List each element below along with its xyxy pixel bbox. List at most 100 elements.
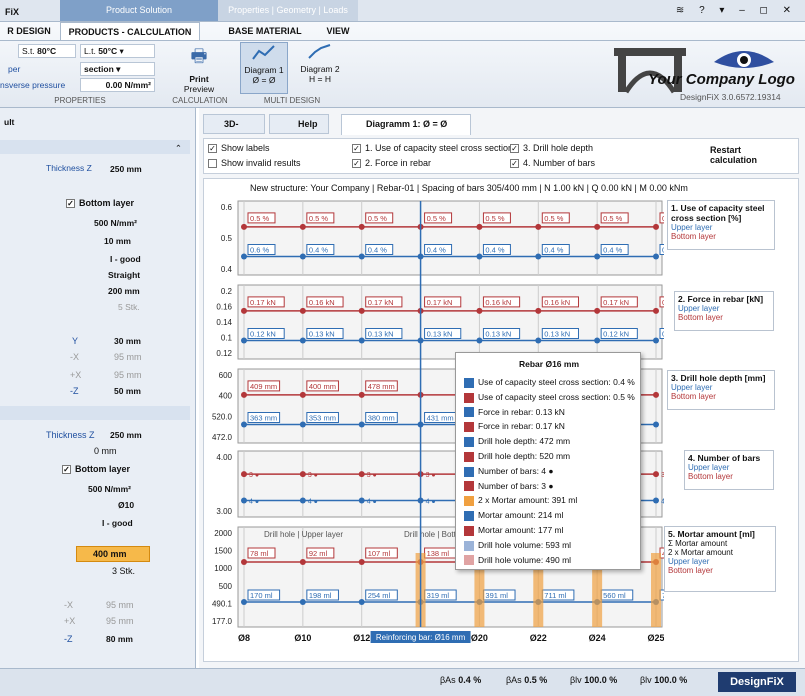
chk-capacity[interactable]: ✓ 1. Use of capacity steel cross section [352,143,513,154]
y-tick-label: 4.00 [216,453,232,462]
legend-2x-mortar[interactable]: 2 x Mortar amount [668,548,772,557]
y-value[interactable]: 30 mm [114,336,141,346]
data-label: 0.4 % [427,246,447,255]
l2-nx-value[interactable]: 95 mm [106,600,134,610]
l2-diameter[interactable]: Ø10 [118,500,134,510]
print-preview-button[interactable]: 🖶 Print Preview [172,44,226,94]
tab-diagram[interactable]: Diagramm 1: Ø = Ø [341,114,471,135]
legend-mortar-title: 5. Mortar amount [ml] [668,529,755,539]
thickness2-value[interactable]: 250 mm [110,430,142,440]
legend-force-upper[interactable]: Upper layer [678,304,770,313]
legend-capacity-bottom[interactable]: Bottom layer [671,232,771,241]
upper-point [358,599,365,605]
left-panel: ult ⌃ Thickness Z 250 mm ✓ Bottom layer 5… [0,108,196,668]
diagram1-button[interactable]: Diagram 1 Ø = Ø [240,42,288,94]
data-label: 0.12 kN [250,330,276,339]
upper-point [653,421,659,428]
l1-strength[interactable]: 500 N/mm² [94,218,137,228]
legend-depth-upper[interactable]: Upper layer [671,383,771,392]
chk-drill[interactable]: ✓ 3. Drill hole depth [510,143,593,154]
upper-point [476,253,483,260]
tab-base-material[interactable]: BASE MATERIAL [220,22,310,40]
data-label: 92 ml [309,549,328,558]
start-temp-field[interactable]: S.t. 80°C [18,44,76,58]
long-temp-field[interactable]: L.t. 50°C ▾ [80,44,155,58]
restart-button[interactable]: Restart calculation [690,145,762,165]
bottom-point [299,471,306,478]
data-label: 0.17 kN [250,298,276,307]
l2-px-value[interactable]: 95 mm [106,616,134,626]
layer2-row[interactable]: ✓ Bottom layer [62,464,130,475]
data-label: 0.17 kN [603,298,629,307]
legend-bars-upper[interactable]: Upper layer [688,463,770,472]
section-header-2[interactable] [0,406,190,420]
legend-mortar-bottom[interactable]: Bottom layer [668,566,772,575]
layer1-row[interactable]: ✓ Bottom layer [66,198,134,209]
y-tick-label: 490.1 [212,599,233,608]
l2-nz-value[interactable]: 80 mm [106,634,133,644]
px-value[interactable]: 95 mm [114,370,142,380]
tab-properties[interactable]: Properties | Geometry | Loads [218,0,358,21]
upper-point [594,337,601,344]
tab-products-calc[interactable]: PRODUCTS - CALCULATION [60,22,200,40]
section-header-1[interactable]: ⌃ [0,140,190,154]
tab-view[interactable]: VIEW [318,22,358,40]
y-tick-label: 0.14 [216,318,232,327]
tooltip-row-text: Drill hole depth: 520 mm [478,451,571,461]
legend-sum-mortar[interactable]: Σ Mortar amount [668,539,772,548]
l2-nx-label: -X [64,600,73,610]
upper-point [476,337,483,344]
l1-spacing[interactable]: 200 mm [108,286,140,296]
ribbon-divider [0,40,805,41]
tab-product-solution[interactable]: Product Solution [60,0,218,21]
bar-count-label: 4 ● [308,499,318,506]
legend-bars-bottom[interactable]: Bottom layer [688,472,770,481]
upper-point [241,599,247,605]
tab-rebar-design[interactable]: R DESIGN [0,22,58,40]
l2-count[interactable]: 3 Stk. [112,566,135,576]
l1-diameter[interactable]: 10 mm [104,236,131,246]
transverse-pressure-field[interactable]: 0.00 N/mm² [80,78,155,92]
tooltip-swatch [464,496,474,507]
chk-force[interactable]: ✓ 2. Force in rebar [352,158,431,169]
layer1-checkbox[interactable]: ✓ [66,199,75,209]
show-labels-checkbox[interactable]: ✓ Show labels [208,143,270,154]
group-calculation-label: CALCULATION [172,96,228,105]
legend-force-bottom[interactable]: Bottom layer [678,313,770,322]
section-select[interactable]: section ▾ [80,62,155,76]
tab-help[interactable]: Help [269,114,329,134]
window-controls[interactable]: ≋ ? ▾ – ◻ ✕ [676,5,797,16]
data-label: 0.5 % [544,214,564,223]
l2-quality[interactable]: I - good [102,518,133,528]
l1-quality[interactable]: I - good [110,254,141,264]
tooltip-row-text: 2 x Mortar amount: 391 ml [478,495,578,506]
nx-value[interactable]: 95 mm [114,352,142,362]
l1-shape[interactable]: Straight [108,270,140,280]
y-tick-label: 472.0 [212,433,233,442]
upper-point [299,253,306,260]
data-label: 0.16 kN [485,298,511,307]
l2-strength[interactable]: 500 N/mm² [88,484,131,494]
chevron-up-icon[interactable]: ⌃ [175,140,182,156]
data-label: 0.16 kN [662,298,664,307]
l2-spacing[interactable]: 400 mm [76,546,150,562]
tab-3d-model[interactable]: 3D-Model [203,114,265,147]
chk-bars[interactable]: ✓ 4. Number of bars [510,158,595,169]
thickness1-value[interactable]: 250 mm [110,164,142,174]
layer2-checkbox[interactable]: ✓ [62,465,71,475]
y-tick-label: 0.12 [216,349,232,358]
legend-depth-bottom[interactable]: Bottom layer [671,392,771,401]
drill-hole-legend: Drill hole | Upper layer [264,530,343,539]
bottom-point [358,391,365,398]
l2-px-label: +X [64,616,76,626]
legend-capacity-upper[interactable]: Upper layer [671,223,771,232]
l1-count[interactable]: 5 Stk. [118,302,140,312]
diagram2-button[interactable]: Diagram 2 H = H [296,42,344,94]
x-tick-label: Ø20 [471,633,488,643]
thickness2-sub[interactable]: 0 mm [94,446,117,456]
legend-mortar-upper[interactable]: Upper layer [668,557,772,566]
app-menu[interactable]: FiX [2,3,22,21]
data-label: 0.4 % [544,246,564,255]
nz-value[interactable]: 50 mm [114,386,141,396]
show-invalid-checkbox[interactable]: Show invalid results [208,158,301,169]
